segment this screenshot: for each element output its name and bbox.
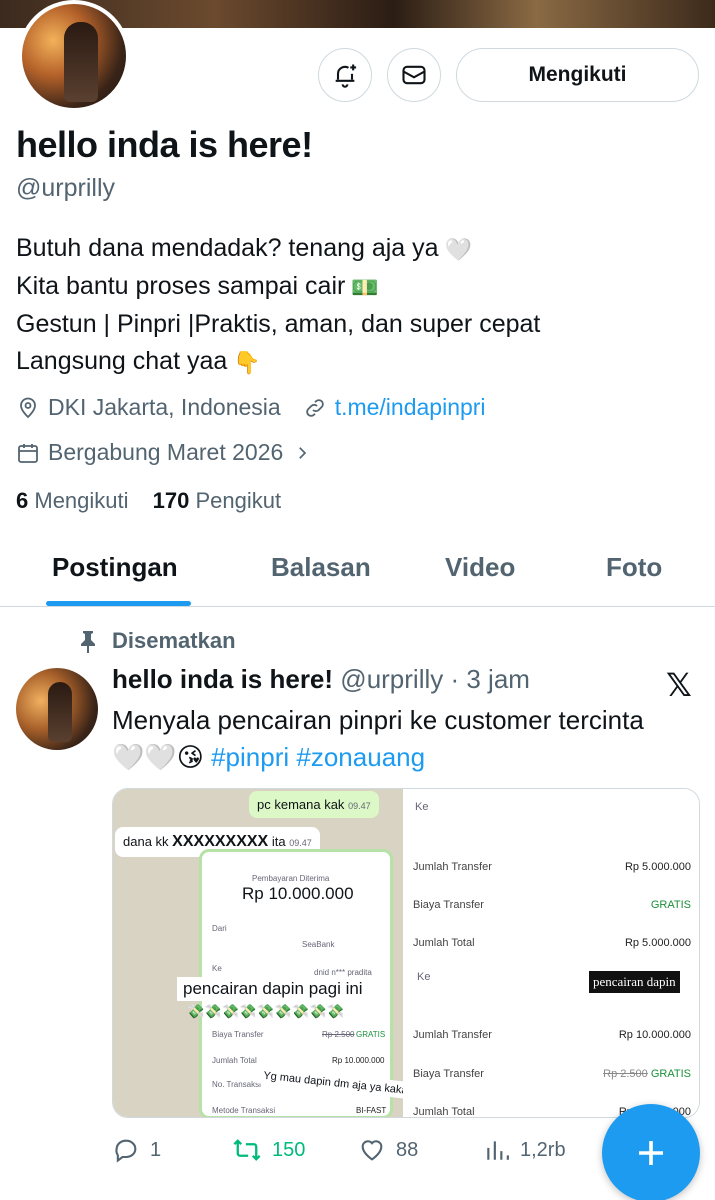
post-time[interactable]: 3 jam (466, 664, 530, 694)
media-caption: pencairan dapin pagi ini (177, 977, 369, 1001)
follow-counts: 6 Mengikuti 170 Pengikut (16, 488, 281, 514)
envelope-icon (402, 65, 426, 85)
location-pin-icon (20, 397, 36, 418)
profile-location: DKI Jakarta, Indonesia (48, 394, 281, 420)
post-text: Menyala pencairan pinpri ke customer ter… (112, 705, 644, 772)
profile-name: hello inda is here! (16, 124, 313, 165)
profile-website-link[interactable]: t.me/indapinpri (335, 394, 486, 421)
like-button[interactable]: 88 (358, 1136, 418, 1164)
profile-meta-row: DKI Jakarta, Indonesia t.me/indapinpri (16, 394, 486, 421)
tab-balasan[interactable]: Balasan (271, 552, 371, 583)
profile-tabs: Postingan Balasan Video Foto (0, 540, 715, 607)
money-emoji-row: 💸💸💸💸💸💸💸💸💸 (187, 1003, 344, 1019)
profile-avatar[interactable] (18, 0, 130, 112)
bar-chart-icon (487, 1141, 509, 1160)
profile-joined[interactable]: Bergabung Maret 2026 (16, 439, 319, 466)
repost-icon (233, 1139, 261, 1161)
post-author-handle[interactable]: @urprilly (340, 664, 443, 694)
tab-foto[interactable]: Foto (606, 552, 662, 583)
hashtag-zonauang[interactable]: #zonauang (296, 742, 425, 772)
followers-count-link[interactable]: 170 Pengikut (153, 488, 281, 513)
following-button[interactable]: Mengikuti (456, 48, 699, 102)
profile-bio: Butuh dana mendadak? tenang aja ya 🤍 Kita… (16, 230, 540, 381)
tab-postingan[interactable]: Postingan (52, 552, 178, 583)
post-author-avatar[interactable] (16, 668, 98, 750)
money-icon: 💵 (351, 274, 379, 300)
plus-icon (639, 1141, 663, 1165)
chat-bubble-outgoing: pc kemana kak 09.47 (249, 791, 379, 818)
media-image-left[interactable]: pc kemana kak 09.47 dana kk XXXXXXXXX it… (113, 789, 403, 1117)
reply-button[interactable]: 1 (112, 1136, 161, 1164)
repost-button[interactable]: 150 (232, 1136, 305, 1164)
x-logo-icon: 𝕏 (666, 667, 692, 703)
active-tab-indicator (46, 601, 191, 606)
media-image-right[interactable]: Ke Jumlah Transfer Rp 5.000.000 Biaya Tra… (403, 789, 699, 1117)
notification-bell-button[interactable] (318, 48, 372, 102)
hashtag-pinpri[interactable]: #pinpri (211, 742, 289, 772)
chevron-right-icon (299, 446, 307, 459)
compose-post-button[interactable] (602, 1104, 700, 1200)
post-media[interactable]: pc kemana kak 09.47 dana kk XXXXXXXXX it… (112, 788, 700, 1118)
message-button[interactable] (387, 48, 441, 102)
views-button[interactable]: 1,2rb (484, 1136, 566, 1164)
bell-plus-icon (335, 64, 357, 88)
following-count-link[interactable]: 6 Mengikuti (16, 488, 129, 513)
pin-icon (81, 631, 95, 653)
link-icon (305, 398, 324, 417)
post-emoji: 🤍🤍😘 (112, 742, 204, 772)
profile-handle: @urprilly (16, 174, 115, 202)
calendar-icon (18, 443, 38, 463)
reply-icon (115, 1139, 137, 1163)
post-header: hello inda is here! @urprilly · 3 jam (112, 664, 530, 694)
heart-icon (361, 1140, 383, 1161)
white-heart-icon: 🤍 (444, 236, 472, 262)
media-caption-black: pencairan dapin (589, 971, 680, 993)
pinned-label: Disematkan (78, 628, 236, 654)
post-author-name[interactable]: hello inda is here! (112, 664, 333, 694)
pointing-down-icon: 👇 (233, 349, 261, 375)
tab-video[interactable]: Video (445, 552, 515, 583)
